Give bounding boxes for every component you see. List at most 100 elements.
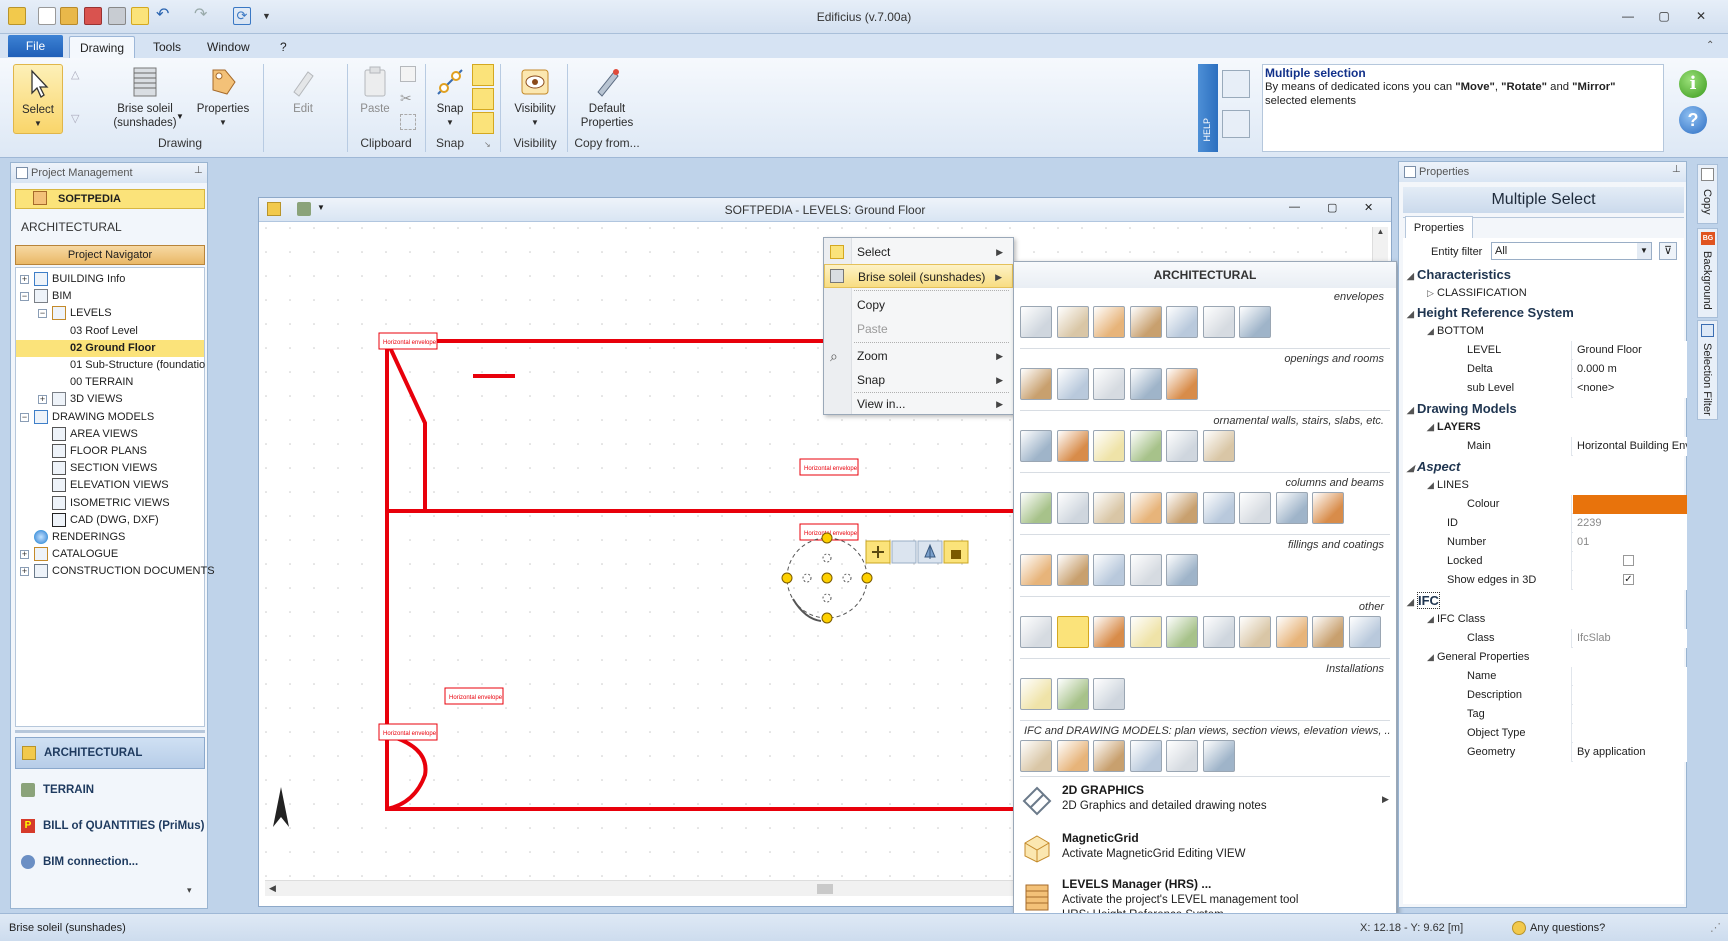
splitter[interactable] (15, 730, 205, 733)
architectural-object-icon[interactable] (1239, 492, 1271, 524)
select-button[interactable]: Select ▼ (13, 64, 63, 134)
architectural-object-icon[interactable] (1166, 368, 1198, 400)
visibility-button[interactable]: Visibility ▼ (509, 66, 561, 130)
tree-item[interactable]: + BUILDING Info (16, 271, 204, 288)
nav-terrain[interactable]: TERRAIN (15, 775, 205, 807)
tree-item[interactable]: 03 Roof Level (16, 323, 204, 340)
select-area-icon[interactable] (400, 114, 416, 130)
tree-item[interactable]: + CONSTRUCTION DOCUMENTS (16, 563, 215, 580)
drawing-close-button[interactable]: ✕ (1364, 201, 1373, 214)
entity-filter-select[interactable]: All ▼ (1491, 242, 1652, 260)
locked-checkbox[interactable] (1623, 555, 1634, 566)
architectural-object-icon[interactable] (1312, 616, 1344, 648)
architectural-object-icon[interactable] (1202, 430, 1235, 462)
brise-dropdown-icon[interactable]: ▼ (176, 112, 184, 121)
colour-swatch[interactable] (1573, 495, 1687, 514)
prop-locked[interactable]: Locked (1427, 552, 1687, 571)
menu-item-paste[interactable]: Paste (824, 317, 1013, 341)
tree-expander-icon[interactable]: + (20, 567, 29, 577)
prop-delta[interactable]: Delta 0.000 m (1447, 360, 1687, 379)
tab-tools[interactable]: Tools (143, 36, 191, 58)
prop-show-edges[interactable]: Show edges in 3D ✓ (1427, 571, 1687, 590)
group-layers[interactable]: ◢ LAYERS (1427, 418, 1687, 436)
prop-level[interactable]: LEVEL Ground Floor (1447, 341, 1687, 360)
prop-tag[interactable]: Tag (1447, 705, 1687, 724)
category-aspect[interactable]: ◢ Aspect (1407, 458, 1460, 477)
architectural-object-icon[interactable] (1166, 616, 1198, 648)
tree-item[interactable]: − BIM (16, 288, 204, 305)
architectural-object-icon[interactable] (1056, 554, 1089, 586)
tab-drawing[interactable]: Drawing (69, 36, 136, 58)
nav-bim-connection[interactable]: BIM connection... (15, 847, 205, 879)
architectural-object-icon[interactable] (1129, 306, 1162, 338)
snap-mesh-icon[interactable] (472, 112, 494, 134)
info-icon[interactable]: i (1679, 70, 1707, 98)
menu-item-brise-soleil[interactable]: Brise soleil (sunshades) ▶ (824, 264, 1013, 288)
tree-expander-icon[interactable]: − (20, 292, 29, 302)
tree-item[interactable]: 01 Sub-Structure (foundatio (16, 357, 205, 374)
architectural-object-icon[interactable] (1348, 616, 1381, 648)
help-side-tab[interactable]: HELP (1198, 64, 1218, 152)
architectural-object-icon[interactable] (1166, 430, 1198, 462)
architectural-object-icon[interactable] (1129, 554, 1162, 586)
architectural-object-icon[interactable] (1166, 740, 1198, 772)
architectural-object-icon[interactable] (1056, 430, 1089, 462)
any-questions-link[interactable]: Any questions? (1530, 914, 1605, 941)
architectural-object-icon[interactable] (1020, 368, 1052, 400)
menu-item-copy[interactable]: Copy (824, 293, 1013, 317)
architectural-object-icon[interactable] (1020, 554, 1052, 586)
tree-expander-icon[interactable]: + (20, 550, 29, 560)
tree-item[interactable]: SECTION VIEWS (16, 460, 204, 477)
tree-item[interactable]: − DRAWING MODELS (16, 409, 204, 426)
group-ifc-class[interactable]: ◢ IFC Class (1427, 610, 1687, 628)
menu-item-2d-graphics[interactable]: 2D GRAPHICS 2D Graphics and detailed draw… (1014, 778, 1396, 824)
architectural-object-icon[interactable] (1056, 678, 1089, 710)
architectural-object-icon[interactable] (1275, 492, 1308, 524)
sidebar-tab-copy[interactable]: Copy (1697, 164, 1718, 224)
sidebar-tab-background[interactable]: BG Background (1697, 228, 1718, 318)
edit-button[interactable]: Edit (281, 66, 325, 116)
resize-grip-icon[interactable]: ⋰ (1710, 914, 1721, 941)
minimize-button[interactable]: — (1617, 8, 1639, 24)
maximize-button[interactable]: ▢ (1653, 8, 1675, 24)
architectural-object-icon[interactable] (1202, 492, 1235, 524)
help-email-icon[interactable] (1222, 70, 1250, 98)
tree-item[interactable]: + CATALOGUE (16, 546, 204, 563)
architectural-object-icon[interactable] (1275, 616, 1308, 648)
menu-item-magnetic-grid[interactable]: MagneticGrid Activate MagneticGrid Editin… (1014, 826, 1396, 872)
prop-object-type[interactable]: Object Type (1447, 724, 1687, 743)
architectural-object-icon[interactable] (1056, 616, 1089, 648)
tab-properties[interactable]: Properties (1405, 216, 1473, 238)
menu-item-zoom[interactable]: Zoom ▶ (824, 344, 1013, 368)
architectural-object-icon[interactable] (1020, 306, 1052, 338)
architectural-object-icon[interactable] (1056, 306, 1089, 338)
snap-endpoint-icon[interactable] (472, 64, 494, 86)
help-question-icon[interactable]: ? (1679, 106, 1707, 134)
tree-item[interactable]: +3D VIEWS (16, 391, 204, 408)
architectural-object-icon[interactable] (1093, 430, 1125, 462)
category-characteristics[interactable]: ◢ Characteristics (1407, 266, 1511, 285)
architectural-object-icon[interactable] (1166, 306, 1198, 338)
prop-geometry[interactable]: Geometry By application (1447, 743, 1687, 762)
tab-file[interactable]: File (8, 35, 63, 57)
tree-expander-icon[interactable]: − (20, 412, 29, 422)
group-bottom[interactable]: ◢ BOTTOM (1427, 322, 1687, 340)
ribbon-collapse-icon[interactable]: ⌃ (1706, 40, 1714, 51)
menu-item-snap[interactable]: Snap ▶ (824, 368, 1013, 392)
properties-pin-icon[interactable]: ⊥ (1672, 164, 1681, 175)
tree-expander-icon[interactable]: + (20, 275, 29, 284)
architectural-object-icon[interactable] (1129, 492, 1162, 524)
architectural-object-icon[interactable] (1020, 678, 1052, 710)
scroll-up-icon[interactable]: △ (71, 68, 79, 81)
close-button[interactable]: ✕ (1690, 8, 1712, 24)
group-classification[interactable]: ▷ CLASSIFICATION (1427, 284, 1687, 302)
pin-icon[interactable]: ⊥ (194, 165, 203, 176)
prop-number[interactable]: Number 01 (1427, 533, 1687, 552)
architectural-object-icon[interactable] (1093, 492, 1125, 524)
menu-item-select[interactable]: Select ▶ (824, 240, 1013, 264)
tree-item[interactable]: CAD (DWG, DXF) (16, 512, 204, 529)
tree-item[interactable]: FLOOR PLANS (16, 443, 204, 460)
paste-button[interactable]: Paste (355, 66, 395, 116)
snap-launcher-icon[interactable]: ↘ (484, 140, 491, 149)
nav-bill-of-quantities[interactable]: P BILL of QUANTITIES (PriMus) (15, 811, 205, 843)
